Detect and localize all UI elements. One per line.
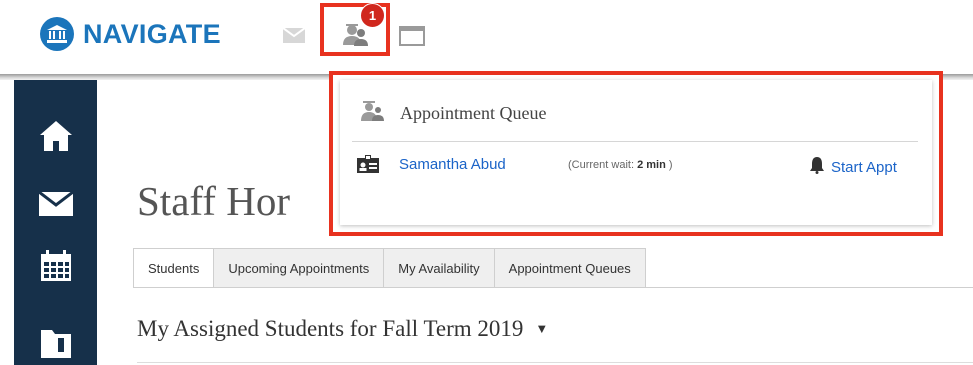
folder-icon xyxy=(40,326,72,363)
wait-prefix: (Current wait: xyxy=(568,159,638,171)
brand-name: NAVIGATE xyxy=(83,18,221,49)
rail-messages[interactable] xyxy=(14,190,97,221)
rail-folder[interactable] xyxy=(14,326,97,363)
id-card-icon xyxy=(357,155,379,178)
notification-badge: 1 xyxy=(360,3,385,28)
queue-header-icon xyxy=(360,101,386,126)
start-appt-label: Start Appt xyxy=(831,159,897,176)
building-icon xyxy=(40,17,74,51)
navigate-logo[interactable]: NAVIGATE xyxy=(40,16,221,52)
rail-home[interactable] xyxy=(14,119,97,158)
home-icon xyxy=(38,119,74,158)
section-title: My Assigned Students for Fall Term 2019 xyxy=(137,316,524,341)
calendar-icon xyxy=(40,250,72,287)
section-divider xyxy=(137,362,973,363)
page-title: Staff Hor xyxy=(137,178,290,224)
tabs-divider xyxy=(133,287,973,288)
wait-value: 2 min xyxy=(637,159,666,171)
tab-bar: Students Upcoming Appointments My Availa… xyxy=(133,248,646,288)
mail-icon xyxy=(37,190,74,221)
tab-appointment-queues[interactable]: Appointment Queues xyxy=(493,248,646,288)
rail-calendar[interactable] xyxy=(14,250,97,287)
tab-students[interactable]: Students xyxy=(133,248,215,288)
student-name-link[interactable]: Samantha Abud xyxy=(399,156,506,173)
bell-icon xyxy=(809,156,825,179)
staff-queue-icon xyxy=(342,24,372,51)
queue-dropdown-title: Appointment Queue xyxy=(400,103,547,123)
queue-dropdown-divider xyxy=(352,141,918,142)
section-dropdown[interactable]: My Assigned Students for Fall Term 2019 … xyxy=(137,316,548,342)
tab-my-availability[interactable]: My Availability xyxy=(383,248,495,288)
start-appt-button[interactable]: Start Appt xyxy=(809,156,897,179)
queue-entry: Samantha Abud (Current wait: 2 min ) Sta… xyxy=(357,150,917,180)
wait-suffix: ) xyxy=(665,159,673,171)
queue-dropdown-header: Appointment Queue xyxy=(360,101,546,126)
chevron-down-icon: ▼ xyxy=(535,321,549,336)
mail-icon[interactable] xyxy=(282,27,306,48)
window-icon[interactable] xyxy=(399,26,425,51)
tab-upcoming-appointments[interactable]: Upcoming Appointments xyxy=(213,248,385,288)
current-wait: (Current wait: 2 min ) xyxy=(568,159,673,171)
